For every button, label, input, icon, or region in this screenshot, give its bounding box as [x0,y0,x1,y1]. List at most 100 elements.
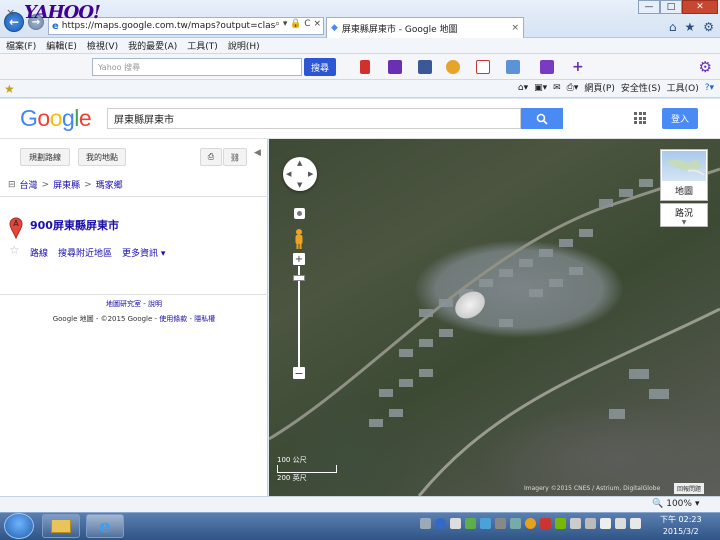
zoom-slider-thumb[interactable] [293,275,305,281]
collapse-panel-icon[interactable]: ◀ [254,148,261,158]
pan-right-icon[interactable]: ▶ [308,170,313,178]
command-bar-items: ⌂▾ ▣▾ ✉ ⎙▾ 網頁(P) 安全性(S) 工具(O) ?▾ [518,81,714,95]
yahoo-logo[interactable]: YAHOO! [24,2,101,23]
tray-app-icon[interactable] [495,518,506,529]
help-icon[interactable]: ?▾ [705,83,714,93]
movies-icon[interactable] [540,60,554,74]
zoom-in-button[interactable]: + [293,253,305,265]
directions-link[interactable]: 路線 [30,246,48,259]
search-nearby-link[interactable]: 搜尋附近地區 [58,246,112,259]
mail-icon[interactable] [388,60,402,74]
browser-tab[interactable]: ◆ 屏東縣屏東市 - Google 地圖 × [326,17,524,38]
calendar-icon[interactable] [476,60,490,74]
signin-button[interactable]: 登入 [662,108,698,129]
nvidia-icon[interactable] [555,518,566,529]
menu-tools[interactable]: 工具(T) [187,39,218,52]
divider [0,196,268,197]
page-menu[interactable]: 網頁(P) [584,81,614,94]
place-name-link[interactable]: 900屏東縣屏東市 [30,217,119,233]
read-mail-icon[interactable]: ✉ [553,83,561,93]
tray-app-icon[interactable] [540,518,551,529]
maximize-button[interactable]: □ [660,0,682,14]
yahoo-search-input[interactable]: Yahoo 搜尋 [92,58,302,76]
tray-app-icon[interactable] [465,518,476,529]
scale-bar [277,465,337,473]
more-info-label: 更多資訊 [122,249,159,259]
terms-link[interactable]: 使用條款 [159,315,187,323]
tray-app-icon[interactable] [450,518,461,529]
pan-control[interactable]: ▲ ▼ ◀ ▶ [283,157,317,191]
breadcrumb-item[interactable]: 台灣 [20,178,38,191]
display-icon[interactable] [615,518,626,529]
pegman-icon[interactable] [293,228,305,250]
tab-close-icon[interactable]: × [511,23,519,33]
usb-icon[interactable] [585,518,596,529]
menu-view[interactable]: 檢視(V) [87,39,118,52]
my-places-button[interactable]: 我的地點 [78,148,126,166]
tray-app-icon[interactable] [480,518,491,529]
pan-up-icon[interactable]: ▲ [297,159,302,167]
keyboard-icon[interactable] [420,518,431,529]
favorites-star-icon[interactable]: ★ [684,20,695,34]
explorer-taskbar-button[interactable] [42,514,80,538]
menu-help[interactable]: 說明(H) [228,39,260,52]
google-logo[interactable]: Google [20,105,92,132]
directions-button[interactable]: 規劃路線 [20,148,70,166]
reset-view-button[interactable] [294,208,305,219]
breadcrumb: ⊟ 台灣 > 屏東縣 > 瑪家鄉 [8,178,123,192]
menu-edit[interactable]: 編輯(E) [46,39,77,52]
map-type-button[interactable]: 地圖 [660,149,708,201]
menu-file[interactable]: 檔案(F) [6,39,36,52]
facebook-icon[interactable] [418,60,432,74]
privacy-link[interactable]: 隱私權 [194,315,215,323]
google-search-button[interactable] [521,108,563,129]
breadcrumb-item[interactable]: 瑪家鄉 [96,178,123,191]
tray-app-icon[interactable] [510,518,521,529]
link-button[interactable]: ⛓ [223,148,247,166]
network-icon[interactable] [570,518,581,529]
volume-icon[interactable] [600,518,611,529]
more-info-link[interactable]: 更多資訊 ▾ [122,246,165,259]
bookmark-icon[interactable] [360,60,370,74]
report-problem-link[interactable]: 回報問題 [674,483,705,494]
flag-icon[interactable] [630,518,641,529]
zoom-out-button[interactable]: − [293,367,305,380]
traffic-layer-button[interactable]: 路況 ▼ [660,203,708,227]
address-controls[interactable]: ⌕ ▾ 🔒 C × [274,19,321,29]
menu-favorites[interactable]: 我的最愛(A) [128,39,177,52]
google-apps-grid-icon[interactable] [634,112,646,124]
toolbar-close-icon[interactable]: × [6,6,15,19]
rss-icon[interactable]: ▣▾ [534,83,547,93]
start-button[interactable] [4,513,34,539]
yahoo-search-button[interactable]: 搜尋 [304,58,336,76]
yahoo-settings-gear-icon[interactable]: ⚙ [699,58,712,76]
place-marker-icon[interactable]: A [9,217,23,242]
google-search-input[interactable]: 屏東縣屏東市 [107,108,521,129]
tray-app-icon[interactable] [525,518,536,529]
close-window-button[interactable]: ✕ [682,0,718,14]
satellite-map[interactable] [269,139,720,496]
add-plus-icon[interactable]: + [572,59,584,75]
minimize-button[interactable]: — [638,0,660,14]
pan-down-icon[interactable]: ▼ [297,181,302,189]
breadcrumb-item[interactable]: 屏東縣 [53,178,80,191]
taskbar-clock[interactable]: 下午 02:23 2015/3/2 [660,514,702,538]
print-icon[interactable]: ⎙▾ [567,83,579,93]
pan-left-icon[interactable]: ◀ [286,170,291,178]
finance-chart-icon[interactable] [506,60,520,74]
help-icon[interactable] [435,518,446,529]
tools-menu[interactable]: 工具(O) [667,81,699,94]
ie-taskbar-button[interactable]: e [86,514,124,538]
home-icon[interactable]: ⌂ [669,20,677,34]
save-star-icon[interactable]: ☆ [9,243,20,257]
zoom-slider-track[interactable] [298,266,300,370]
footer-labs-help[interactable]: 地圖研究室 - 說明 [0,299,268,309]
zoom-level[interactable]: 🔍 100% ▾ [652,499,699,509]
print-button[interactable]: ⎙ [200,148,222,166]
favorites-bar-icon[interactable]: ★ [4,82,15,96]
safety-menu[interactable]: 安全性(S) [621,81,661,94]
weather-icon[interactable] [446,60,460,74]
breadcrumb-collapse-icon[interactable]: ⊟ [8,180,16,190]
settings-gear-icon[interactable]: ⚙ [703,20,714,34]
home-menu-icon[interactable]: ⌂▾ [518,83,528,93]
